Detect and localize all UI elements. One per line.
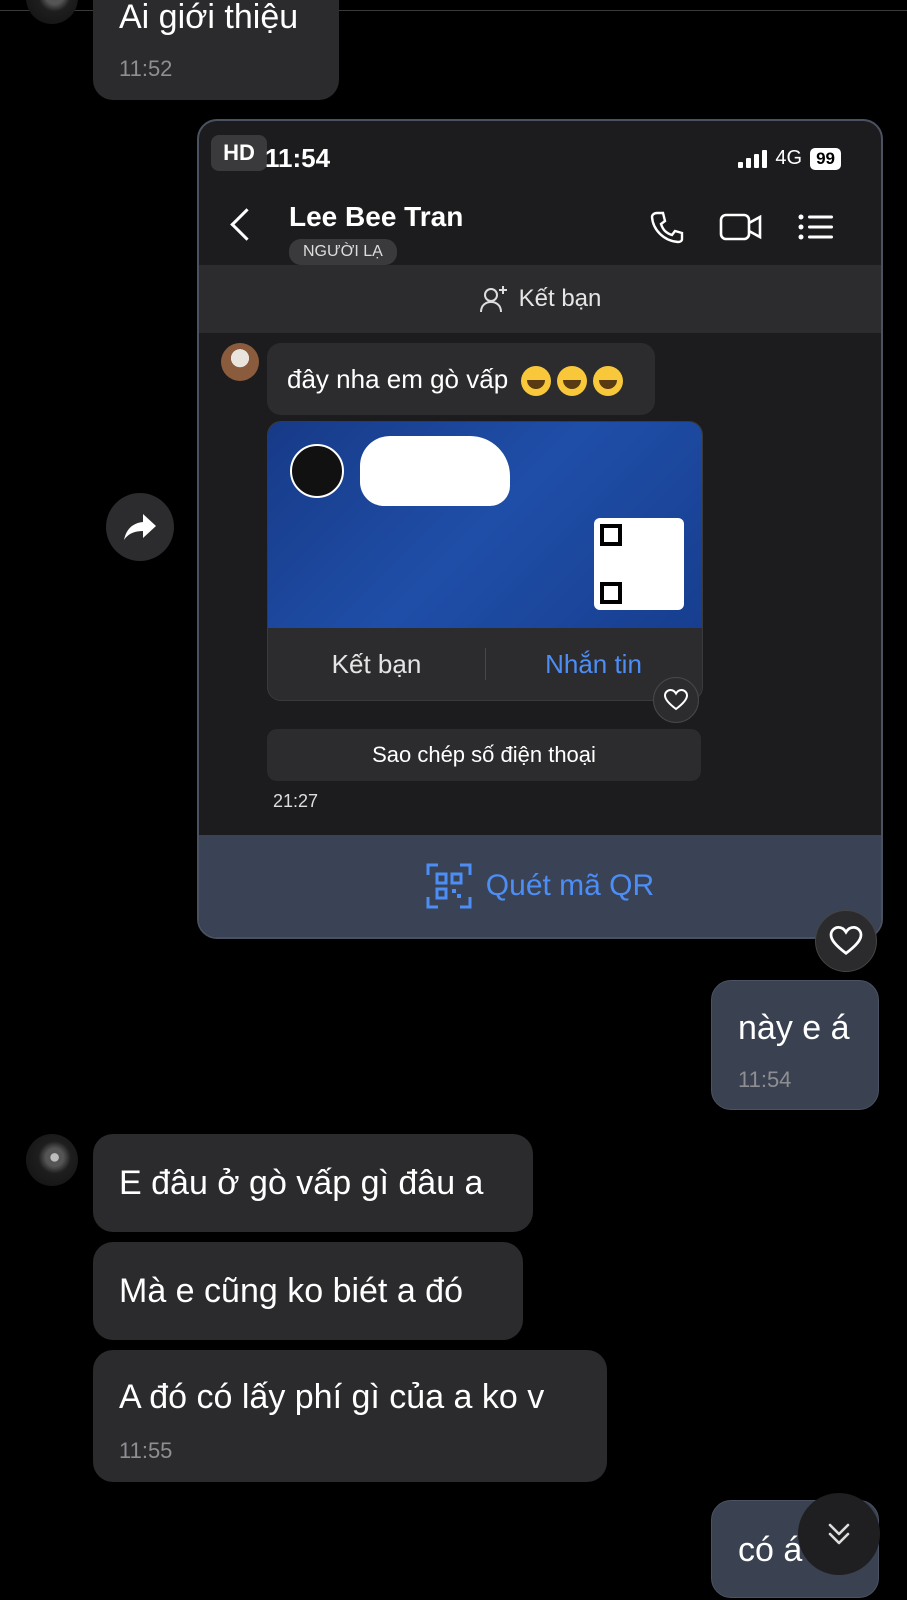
message-bubble[interactable]: Mà e cũng ko biét a đó	[93, 1242, 523, 1340]
card-divider	[485, 648, 486, 680]
add-friend-bar[interactable]: Kết bạn	[199, 265, 881, 333]
scan-qr-label: Quét mã QR	[485, 869, 655, 902]
react-heart-button[interactable]	[815, 910, 877, 972]
heart-icon	[829, 926, 863, 955]
network-label: 4G	[775, 147, 803, 169]
scroll-to-bottom-button[interactable]	[798, 1493, 880, 1575]
message-text: A đó có lấy phí gì của a ko v	[119, 1378, 545, 1416]
message-bubble[interactable]: A đó có lấy phí gì của a ko v 11:55	[93, 1350, 607, 1482]
grin-emoji-icon	[557, 366, 588, 397]
message-time: 11:55	[119, 1438, 173, 1463]
inner-message-bubble: đây nha em gò vấp	[267, 343, 655, 415]
phone-icon	[650, 211, 684, 244]
signal-icon	[738, 149, 768, 168]
card-add-friend-button: Kết bạn	[331, 648, 422, 679]
grin-emoji-icon	[521, 366, 552, 397]
contact-avatar	[221, 343, 259, 381]
status-bar-right: 4G 99	[738, 147, 841, 170]
forward-button[interactable]	[106, 493, 174, 561]
card-avatar	[290, 444, 344, 498]
status-clock: 11:54	[265, 143, 331, 173]
video-camera-icon	[719, 213, 762, 241]
add-user-icon	[479, 286, 507, 313]
double-chevron-down-icon	[828, 1523, 850, 1545]
contact-name: Lee Bee Tran	[289, 201, 464, 232]
message-text: Ai giới thiệu	[119, 0, 299, 36]
sender-avatar[interactable]	[26, 0, 78, 24]
add-friend-label: Kết bạn	[518, 285, 602, 312]
inner-message-text: đây nha em gò vấp	[287, 364, 509, 394]
message-time: 11:52	[119, 56, 173, 81]
heart-icon	[653, 677, 699, 723]
grin-emoji-icon	[593, 366, 624, 397]
menu-list-icon	[798, 214, 833, 240]
contact-card: Kết bạn Nhắn tin	[267, 421, 703, 701]
share-arrow-icon	[124, 514, 156, 540]
message-bubble[interactable]: E đâu ở gò vấp gì đâu a	[93, 1134, 533, 1232]
outgoing-message-bubble[interactable]: này e á 11:54	[711, 980, 879, 1110]
stranger-badge: NGƯỜI LẠ	[289, 239, 397, 265]
message-text: Mà e cũng ko biét a đó	[119, 1272, 464, 1310]
qr-scan-icon	[426, 863, 472, 909]
message-text: E đâu ở gò vấp gì đâu a	[119, 1164, 484, 1202]
inner-message-time: 21:27	[273, 791, 319, 811]
scan-qr-bar: Quét mã QR	[199, 835, 881, 937]
message-text: có á	[738, 1531, 803, 1569]
qr-code-image	[594, 518, 684, 610]
back-chevron-icon	[230, 208, 263, 241]
hd-badge: HD	[211, 135, 267, 171]
forwarded-screenshot[interactable]: HD 11:54 4G 99 Lee Bee Tran NGƯỜI LẠ Kết…	[197, 119, 883, 939]
battery-icon: 99	[810, 147, 841, 170]
redacted-info	[360, 436, 510, 506]
message-text: này e á	[738, 1009, 850, 1047]
copy-phone-button: Sao chép số điện thoại	[267, 729, 701, 781]
sender-avatar[interactable]	[26, 1134, 78, 1186]
message-bubble[interactable]: Ai giới thiệu 11:52	[93, 0, 339, 100]
message-time: 11:54	[738, 1067, 792, 1092]
